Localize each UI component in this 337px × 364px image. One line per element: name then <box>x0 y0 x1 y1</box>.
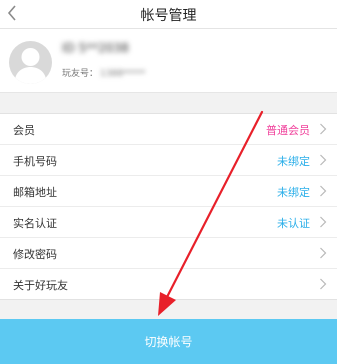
chevron-right-icon <box>320 216 327 228</box>
switch-account-button[interactable]: 切换帐号 <box>0 319 337 364</box>
chevron-right-icon <box>320 123 327 135</box>
top-bar: 帐号管理 <box>0 0 337 29</box>
chevron-right-icon <box>320 278 327 290</box>
row-label: 会员 <box>13 124 35 137</box>
chevron-right-icon <box>320 185 327 197</box>
page-title: 帐号管理 <box>140 8 197 24</box>
profile-card[interactable]: ID 5**2038 玩友号： 1388***** <box>0 29 337 93</box>
row-change-password[interactable]: 修改密码 <box>0 238 337 269</box>
row-about[interactable]: 关于好玩友 <box>0 269 337 299</box>
row-label: 实名认证 <box>13 217 57 230</box>
row-email[interactable]: 邮箱地址 未绑定 <box>0 176 337 207</box>
row-label: 邮箱地址 <box>13 186 57 199</box>
account-management-screen: 帐号管理 ID 5**2038 玩友号： 1388***** 会员 普通会员 手机… <box>0 0 337 364</box>
chevron-right-icon <box>320 247 327 259</box>
nickname: ID 5**2038 <box>62 41 129 55</box>
friend-id: 玩友号： 1388***** <box>62 66 145 79</box>
avatar[interactable] <box>9 41 52 84</box>
row-label: 关于好玩友 <box>13 279 68 292</box>
friend-id-label: 玩友号： <box>62 69 99 79</box>
phone-status: 未绑定 <box>277 155 310 168</box>
row-phone[interactable]: 手机号码 未绑定 <box>0 145 337 176</box>
user-placeholder-icon <box>14 48 47 84</box>
row-label: 手机号码 <box>13 155 57 168</box>
membership-value: 普通会员 <box>266 124 310 137</box>
verification-status: 未认证 <box>277 217 310 230</box>
row-real-name-verification[interactable]: 实名认证 未认证 <box>0 207 337 238</box>
row-label: 修改密码 <box>13 248 57 261</box>
settings-list: 会员 普通会员 手机号码 未绑定 邮箱地址 未绑定 实名认证 未认证 修改密码 … <box>0 113 337 300</box>
friend-id-value: 1388***** <box>100 69 146 79</box>
email-status: 未绑定 <box>277 186 310 199</box>
row-membership[interactable]: 会员 普通会员 <box>0 114 337 145</box>
chevron-right-icon <box>320 154 327 166</box>
